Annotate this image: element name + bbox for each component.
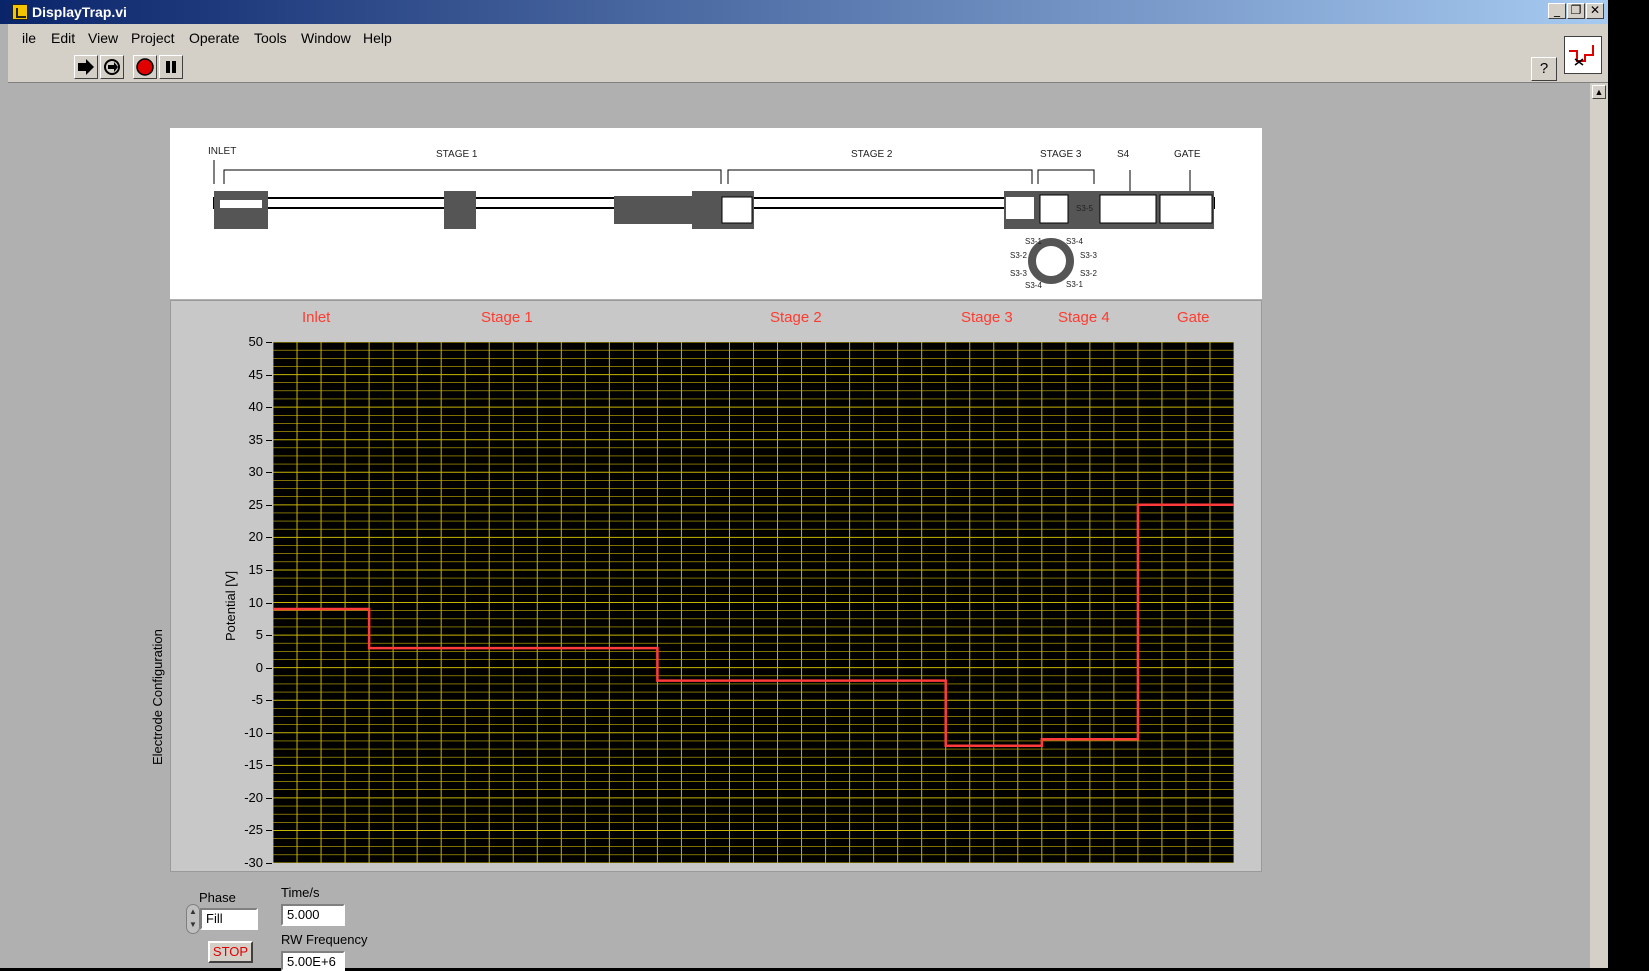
vertical-scrollbar[interactable]: ▲: [1590, 83, 1608, 968]
y-tick-label: -5: [251, 692, 263, 708]
stage-label-stage2: Stage 2: [770, 309, 822, 326]
phase-spinner-icon[interactable]: ▲ ▼: [186, 904, 200, 934]
electrode-label: S3-5: [1076, 204, 1093, 213]
y-tick-mark: [266, 667, 272, 669]
menu-project[interactable]: Project: [131, 30, 175, 46]
y-tick-label: -20: [244, 789, 263, 805]
y-tick-mark: [266, 472, 272, 474]
trap-schematic-drawing: [213, 160, 1215, 284]
minimize-button[interactable]: _: [1548, 3, 1566, 19]
electrode-label: S3-2: [1010, 251, 1027, 260]
y-tick-label: 40: [248, 399, 263, 415]
electrode-label: S3-3: [1010, 269, 1027, 278]
y-tick-mark: [266, 765, 272, 767]
y-tick-label: 15: [248, 561, 263, 577]
y-tick-mark: [266, 830, 272, 832]
stage-label-stage3: Stage 3: [961, 309, 1013, 326]
stage-label-stage1: Stage 1: [481, 309, 533, 326]
time-field[interactable]: 5.000: [281, 904, 345, 926]
menu-help[interactable]: Help: [363, 30, 392, 46]
stage-label-stage4: Stage 4: [1058, 309, 1110, 326]
menu-bar: ile Edit View Project Operate Tools Wind…: [8, 24, 1608, 53]
electrode-label: S3-4: [1066, 237, 1083, 246]
y-tick-mark: [266, 374, 272, 376]
abort-icon: [136, 58, 154, 76]
rw-frequency-field[interactable]: 5.00E+6: [281, 951, 345, 971]
menu-operate[interactable]: Operate: [189, 30, 240, 46]
y-tick-mark: [266, 537, 272, 539]
run-continuously-icon: [104, 59, 120, 75]
phase-field[interactable]: Fill: [200, 908, 258, 930]
y-tick-mark: [266, 602, 272, 604]
electrode-label: S3-2: [1080, 269, 1097, 278]
menu-tools[interactable]: Tools: [254, 30, 287, 46]
y-tick-mark: [266, 407, 272, 409]
labview-window: DisplayTrap.vi _ ❐ ✕ ile Edit View Proje…: [0, 0, 1608, 971]
run-continuously-button[interactable]: [100, 55, 124, 79]
menu-view[interactable]: View: [88, 30, 118, 46]
stage-label-inlet: Inlet: [302, 309, 331, 326]
abort-button[interactable]: [133, 55, 157, 79]
stop-button[interactable]: STOP: [208, 941, 253, 963]
phase-label: Phase: [199, 890, 236, 905]
y-tick-label: 50: [248, 334, 263, 349]
y-tick-label: 10: [248, 594, 263, 610]
plot-area[interactable]: [273, 342, 1234, 863]
scroll-up-arrow-icon[interactable]: ▲: [1592, 85, 1606, 99]
y-tick-mark: [266, 732, 272, 734]
stage-label-gate: Gate: [1177, 309, 1210, 326]
y-tick-label: 30: [248, 464, 263, 480]
trap-schematic: INLET STAGE 1 STAGE 2 STAGE 3 S4 GATE S3…: [170, 128, 1262, 299]
run-button[interactable]: [74, 55, 98, 79]
electrode-label: S3-4: [1025, 281, 1042, 290]
y-tick-label: -10: [244, 724, 263, 740]
y-tick-label: -25: [244, 822, 263, 838]
y-tick-mark: [266, 797, 272, 799]
run-arrow-icon: [78, 59, 94, 75]
vi-app-icon: [12, 4, 28, 20]
y-tick-label: 45: [248, 366, 263, 382]
y-tick-mark: [266, 700, 272, 702]
y-tick-label: -15: [244, 757, 263, 773]
time-label: Time/s: [281, 885, 320, 900]
menu-window[interactable]: Window: [301, 30, 351, 46]
y-tick-label: 20: [248, 529, 263, 545]
y-tick-label: -30: [244, 855, 263, 870]
y-tick-mark: [266, 439, 272, 441]
y-tick-label: 0: [255, 659, 263, 675]
vi-connector-icon: [1564, 36, 1602, 74]
menu-edit[interactable]: Edit: [51, 30, 75, 46]
electrode-configuration-label: Electrode Configuration: [150, 629, 165, 765]
y-tick-label: 35: [248, 431, 263, 447]
menu-file[interactable]: ile: [22, 30, 36, 46]
y-tick-mark: [266, 635, 272, 637]
electrode-label: S3-1: [1025, 237, 1042, 246]
context-help-button[interactable]: ?: [1531, 57, 1557, 81]
electrode-label: S3-3: [1080, 251, 1097, 260]
rw-frequency-label: RW Frequency: [281, 932, 368, 947]
y-tick-mark: [266, 342, 272, 343]
potential-chart: Inlet Stage 1 Stage 2 Stage 3 Stage 4 Ga…: [170, 300, 1262, 872]
y-tick-mark: [266, 504, 272, 506]
title-bar[interactable]: DisplayTrap.vi _ ❐ ✕: [0, 0, 1608, 24]
toolbar: [8, 52, 1608, 83]
y-tick-label: 25: [248, 496, 263, 512]
window-title: DisplayTrap.vi: [32, 4, 127, 20]
electrode-label: S3-1: [1066, 280, 1083, 289]
y-tick-mark: [266, 863, 272, 864]
pause-button[interactable]: [159, 55, 183, 79]
close-button[interactable]: ✕: [1586, 3, 1604, 19]
pause-icon: [166, 61, 176, 73]
restore-button[interactable]: ❐: [1567, 3, 1585, 19]
y-tick-label: 5: [255, 627, 263, 643]
y-tick-mark: [266, 569, 272, 571]
